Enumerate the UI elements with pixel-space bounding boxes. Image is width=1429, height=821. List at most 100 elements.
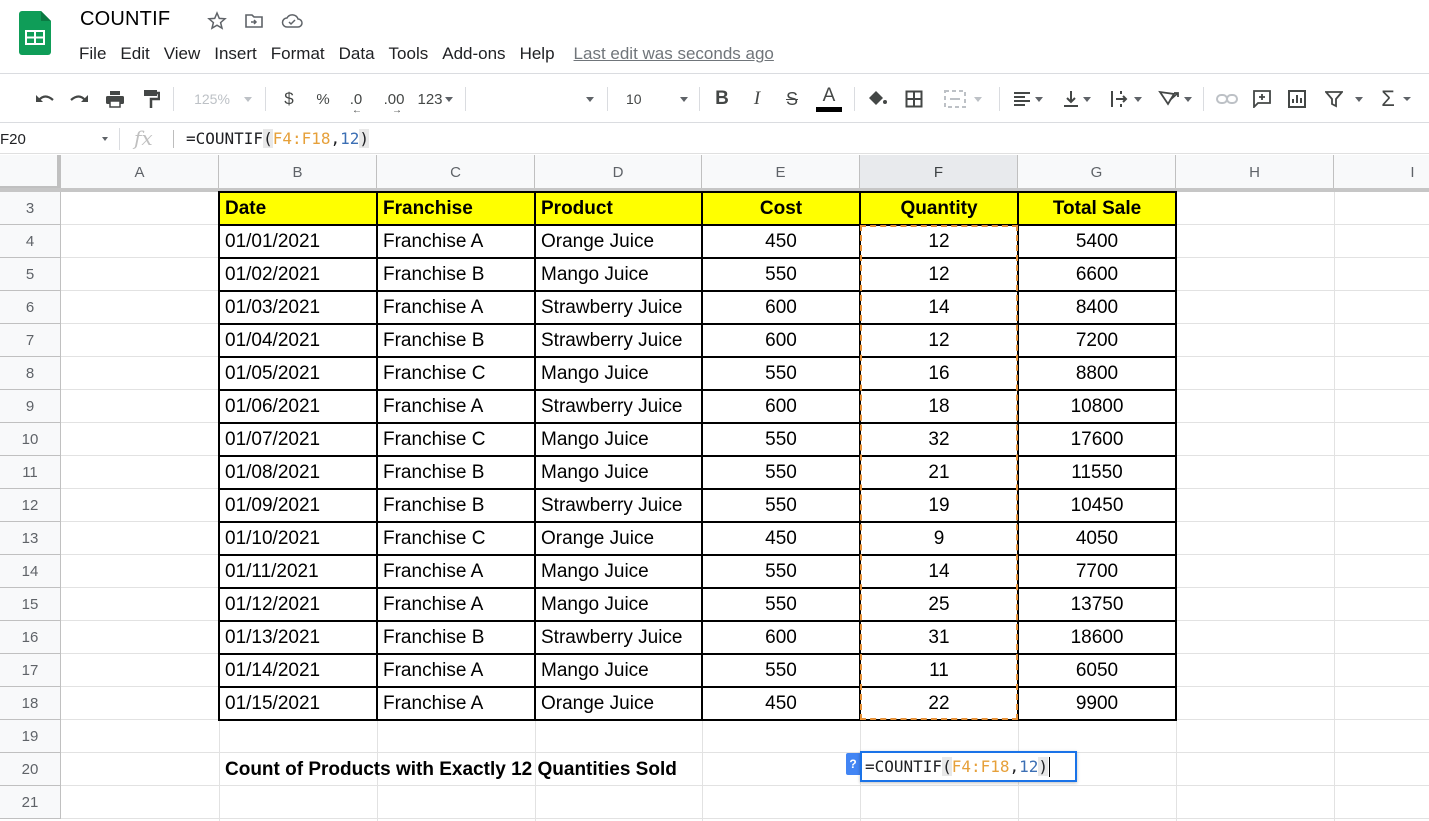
table-cell[interactable]: 01/04/2021 <box>219 324 377 357</box>
table-cell[interactable]: 600 <box>702 291 860 324</box>
table-cell[interactable]: 01/02/2021 <box>219 258 377 291</box>
row-header-8[interactable]: 8 <box>0 357 61 390</box>
star-icon[interactable] <box>206 10 228 32</box>
table-cell[interactable]: 550 <box>702 588 860 621</box>
table-cell[interactable]: 600 <box>702 621 860 654</box>
table-cell[interactable]: 4050 <box>1018 522 1176 555</box>
table-cell[interactable]: Franchise C <box>377 357 535 390</box>
table-cell[interactable]: Strawberry Juice <box>535 489 702 522</box>
row-header-20[interactable]: 20 <box>0 753 61 786</box>
redo-button[interactable] <box>66 85 92 113</box>
table-cell[interactable]: Franchise A <box>377 555 535 588</box>
row-header-12[interactable]: 12 <box>0 489 61 522</box>
table-cell[interactable]: Mango Juice <box>535 456 702 489</box>
table-cell[interactable]: 550 <box>702 423 860 456</box>
bold-button[interactable]: B <box>710 85 734 113</box>
table-cell[interactable]: 19 <box>860 489 1018 522</box>
menu-view[interactable]: View <box>157 44 208 64</box>
menu-format[interactable]: Format <box>264 44 332 64</box>
table-cell[interactable]: 550 <box>702 489 860 522</box>
last-edit-link[interactable]: Last edit was seconds ago <box>574 44 774 64</box>
table-cell[interactable]: Mango Juice <box>535 555 702 588</box>
table-cell[interactable]: 11 <box>860 654 1018 687</box>
table-cell[interactable]: 550 <box>702 654 860 687</box>
table-cell[interactable]: 600 <box>702 324 860 357</box>
horizontal-align-button[interactable] <box>1008 85 1048 113</box>
table-cell[interactable]: Franchise A <box>377 654 535 687</box>
column-header-c[interactable]: C <box>377 155 535 190</box>
table-cell[interactable]: 11550 <box>1018 456 1176 489</box>
table-cell[interactable]: Franchise B <box>377 324 535 357</box>
row-header-17[interactable]: 17 <box>0 654 61 687</box>
table-cell[interactable]: 01/07/2021 <box>219 423 377 456</box>
increase-decimal-button[interactable]: .00 → <box>380 85 408 117</box>
table-cell[interactable]: 9900 <box>1018 687 1176 720</box>
count-label[interactable]: Count of Products with Exactly 12 Quanti… <box>219 753 677 786</box>
row-header-18[interactable]: 18 <box>0 687 61 720</box>
table-cell[interactable]: Strawberry Juice <box>535 621 702 654</box>
table-cell[interactable]: 450 <box>702 225 860 258</box>
table-cell[interactable]: 8800 <box>1018 357 1176 390</box>
table-cell[interactable]: 13750 <box>1018 588 1176 621</box>
table-cell[interactable]: Mango Juice <box>535 258 702 291</box>
insert-chart-button[interactable] <box>1284 85 1310 113</box>
row-header-4[interactable]: 4 <box>0 225 61 258</box>
menu-tools[interactable]: Tools <box>382 44 436 64</box>
strikethrough-button[interactable]: S <box>780 85 804 113</box>
merge-cells-button[interactable] <box>938 85 988 113</box>
table-cell[interactable]: 21 <box>860 456 1018 489</box>
row-header-19[interactable]: 19 <box>0 720 61 753</box>
row-header-11[interactable]: 11 <box>0 456 61 489</box>
column-header-b[interactable]: B <box>219 155 377 190</box>
table-cell[interactable]: Franchise B <box>377 258 535 291</box>
menu-file[interactable]: File <box>72 44 113 64</box>
column-header-e[interactable]: E <box>702 155 860 190</box>
table-cell[interactable]: 8400 <box>1018 291 1176 324</box>
paint-format-button[interactable] <box>138 85 164 113</box>
row-header-15[interactable]: 15 <box>0 588 61 621</box>
table-cell[interactable]: 7200 <box>1018 324 1176 357</box>
table-cell[interactable]: 01/14/2021 <box>219 654 377 687</box>
table-cell[interactable]: 18600 <box>1018 621 1176 654</box>
table-cell[interactable]: Mango Juice <box>535 357 702 390</box>
table-cell[interactable]: Orange Juice <box>535 225 702 258</box>
table-cell[interactable]: Strawberry Juice <box>535 291 702 324</box>
table-cell[interactable]: 01/05/2021 <box>219 357 377 390</box>
document-title[interactable]: COUNTIF <box>80 8 170 31</box>
table-cell[interactable]: Orange Juice <box>535 522 702 555</box>
undo-button[interactable] <box>32 85 58 113</box>
format-percent-button[interactable]: % <box>312 85 334 113</box>
column-header-f[interactable]: F <box>860 155 1018 190</box>
column-header-d[interactable]: D <box>535 155 702 190</box>
decrease-decimal-button[interactable]: .0 ← <box>343 85 369 117</box>
column-header-a[interactable]: A <box>61 155 219 190</box>
row-header-3[interactable]: 3 <box>0 192 61 225</box>
menu-insert[interactable]: Insert <box>207 44 264 64</box>
move-to-folder-icon[interactable] <box>243 10 265 32</box>
table-cell[interactable]: 01/03/2021 <box>219 291 377 324</box>
menu-data[interactable]: Data <box>332 44 382 64</box>
table-cell[interactable]: 32 <box>860 423 1018 456</box>
table-header-total-sale[interactable]: Total Sale <box>1018 192 1176 225</box>
table-cell[interactable]: Franchise A <box>377 291 535 324</box>
formula-help-icon[interactable]: ? <box>846 753 860 775</box>
table-cell[interactable]: 01/15/2021 <box>219 687 377 720</box>
menu-help[interactable]: Help <box>513 44 562 64</box>
text-rotation-button[interactable] <box>1154 85 1196 113</box>
table-cell[interactable]: 6600 <box>1018 258 1176 291</box>
table-cell[interactable]: 01/06/2021 <box>219 390 377 423</box>
table-cell[interactable]: 5400 <box>1018 225 1176 258</box>
table-cell[interactable]: 22 <box>860 687 1018 720</box>
table-cell[interactable]: 14 <box>860 291 1018 324</box>
table-cell[interactable]: Franchise B <box>377 621 535 654</box>
table-cell[interactable]: 12 <box>860 225 1018 258</box>
table-cell[interactable]: 550 <box>702 555 860 588</box>
zoom-select[interactable]: 125% <box>186 85 260 113</box>
row-header-16[interactable]: 16 <box>0 621 61 654</box>
table-cell[interactable]: 01/11/2021 <box>219 555 377 588</box>
table-cell[interactable]: 01/01/2021 <box>219 225 377 258</box>
table-cell[interactable]: 550 <box>702 258 860 291</box>
row-header-21[interactable]: 21 <box>0 786 61 819</box>
table-cell[interactable]: 6050 <box>1018 654 1176 687</box>
table-cell[interactable]: Strawberry Juice <box>535 390 702 423</box>
